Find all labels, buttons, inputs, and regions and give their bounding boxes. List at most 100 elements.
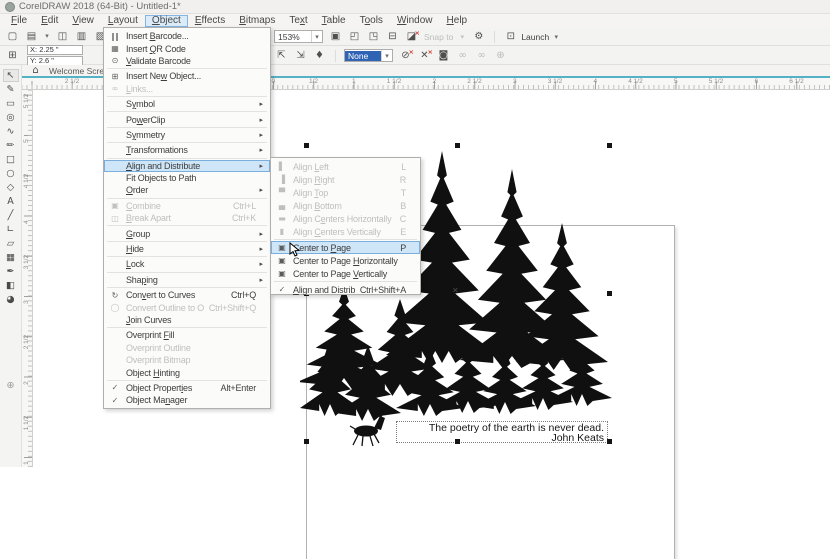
menu-view[interactable]: View [65, 15, 101, 27]
freehand-tool[interactable]: ∿ [3, 125, 19, 138]
unlink-icon[interactable]: ∞ [474, 49, 489, 63]
title-bar: CorelDRAW 2018 (64-Bit) - Untitled-1* [0, 0, 830, 14]
menu-item-symmetry[interactable]: Symmetry▸ [104, 129, 270, 141]
zoom-to-page-icon[interactable]: ▣ [328, 30, 343, 44]
menu-help[interactable]: Help [440, 15, 475, 27]
outline-dropdown-icon[interactable]: ▾ [381, 50, 392, 61]
convert-outline-icon: ◯ [104, 303, 126, 312]
show-rulers-icon[interactable]: ◰ [347, 30, 362, 44]
menu-item-object-properties[interactable]: ✓Object PropertiesAlt+Enter [104, 382, 270, 394]
add-preset-icon[interactable]: ⊕ [493, 49, 508, 63]
menu-text[interactable]: Text [282, 15, 314, 27]
menu-item-join-curves[interactable]: Join Curves [104, 314, 270, 326]
menu-item-lock[interactable]: Lock▸ [104, 258, 270, 270]
show-grid-icon[interactable]: ◳ [366, 30, 381, 44]
save-icon[interactable]: ◫ [55, 29, 70, 43]
to-back-icon[interactable]: ⇲ [293, 49, 308, 63]
customize-toolbox-button[interactable]: ⊕ [3, 379, 19, 392]
menu-layout[interactable]: Layout [101, 15, 145, 27]
menu-item-overprint-fill[interactable]: Overprint Fill [104, 329, 270, 341]
options-gear-icon[interactable]: ⚙ [471, 30, 486, 44]
zoom-dropdown-icon[interactable]: ▾ [311, 31, 322, 42]
menu-item-insert-qr-code[interactable]: ▦Insert QR Code [104, 42, 270, 54]
selection-handle[interactable] [607, 439, 612, 444]
menu-file[interactable]: File [4, 15, 34, 27]
menu-item-align-and-distribute[interactable]: Align and Distribute▸ [104, 160, 270, 172]
menu-object[interactable]: Object [145, 15, 188, 27]
interactive-fill-tool[interactable]: ◕ [3, 293, 19, 306]
dimension-tool[interactable]: ╱ [3, 209, 19, 222]
menu-item-validate-barcode[interactable]: ⊙Validate Barcode [104, 55, 270, 67]
selection-handle[interactable] [455, 143, 460, 148]
selection-handle[interactable] [607, 291, 612, 296]
selection-handle[interactable] [304, 439, 309, 444]
menu-window[interactable]: Window [390, 15, 440, 27]
object-x-field[interactable]: X: 2.25 " [27, 45, 83, 55]
menu-item-label: Center to Page [293, 243, 395, 253]
menu-item-object-hinting[interactable]: Object Hinting [104, 366, 270, 378]
outline-width-select[interactable]: None ▾ [344, 49, 393, 62]
menu-item-insert-barcode[interactable]: ‖‖Insert Barcode... [104, 30, 270, 42]
menu-item-center-to-page-vertically[interactable]: ▣Center to Page Vertically [271, 267, 420, 280]
open-icon-caret[interactable]: ▾ [43, 32, 51, 40]
print-icon[interactable]: ▥ [74, 29, 89, 43]
menu-tools[interactable]: Tools [353, 15, 390, 27]
menu-item-transformations[interactable]: Transformations▸ [104, 144, 270, 156]
ruler-label: 3 [23, 293, 31, 311]
selection-handle[interactable] [607, 143, 612, 148]
menu-item-insert-new-object[interactable]: ⊞Insert New Object... [104, 70, 270, 82]
menu-separator [107, 256, 267, 257]
show-guidelines-icon[interactable]: ⊟ [385, 30, 400, 44]
quote-text-object[interactable]: The poetry of the earth is never dead. J… [396, 421, 608, 443]
preview-mode-icon[interactable]: ◪× [404, 30, 419, 44]
vertical-ruler[interactable]: 5 1/254 1/243 1/232 1/221 1/21 [22, 90, 33, 467]
menu-separator [107, 287, 267, 288]
menu-item-align-and-distribute[interactable]: ✓Align and DistributeCtrl+Shift+A [271, 283, 420, 296]
menu-item-convert-to-curves[interactable]: ↻Convert to CurvesCtrl+Q [104, 289, 270, 301]
menu-effects[interactable]: Effects [188, 15, 232, 27]
rectangle-tool[interactable]: □ [3, 153, 19, 166]
ellipse-tool[interactable]: ○ [3, 167, 19, 180]
selection-handle[interactable] [304, 143, 309, 148]
new-document-icon[interactable]: ▢ [5, 29, 20, 43]
no-outline-icon[interactable]: ⊘× [398, 49, 413, 63]
menu-item-group[interactable]: Group▸ [104, 227, 270, 239]
edit-fill-icon[interactable]: ◙ [436, 49, 451, 63]
menu-shortcut: T [401, 188, 406, 198]
to-front-icon[interactable]: ⇱ [274, 49, 289, 63]
remove-transform-icon[interactable]: ✕× [417, 49, 432, 63]
eyedropper-tool[interactable]: ✒ [3, 265, 19, 278]
menu-item-fit-objects-to-path[interactable]: Fit Objects to Path [104, 172, 270, 184]
app-logo-icon [5, 2, 15, 12]
smart-fill-tool[interactable]: ◧ [3, 279, 19, 292]
menu-table[interactable]: Table [315, 15, 353, 27]
home-tab-icon[interactable]: ⌂ [28, 64, 43, 78]
connector-tool[interactable]: ∟ [3, 223, 19, 236]
ruler-label: 1 1/2 [23, 414, 31, 432]
menu-item-object-manager[interactable]: ✓Object Manager [104, 394, 270, 406]
pick-tool[interactable]: ↖ [3, 69, 19, 82]
menu-item-shaping[interactable]: Shaping▸ [104, 274, 270, 286]
transparency-tool[interactable]: ▦ [3, 251, 19, 264]
link-icon[interactable]: ∞ [455, 49, 470, 63]
menu-edit[interactable]: Edit [34, 15, 65, 27]
combine-icon: ▣ [104, 201, 126, 210]
menu-item-symbol[interactable]: Symbol▸ [104, 98, 270, 110]
menu-item-hide[interactable]: Hide▸ [104, 243, 270, 255]
shape-tool[interactable]: ✎ [3, 83, 19, 96]
bezier-tool[interactable]: ✏ [3, 139, 19, 152]
menu-bitmaps[interactable]: Bitmaps [232, 15, 282, 27]
text-tool[interactable]: A [3, 195, 19, 208]
zoom-tool[interactable]: ◎ [3, 111, 19, 124]
open-icon[interactable]: ▤ [24, 29, 39, 43]
menu-item-order[interactable]: Order▸ [104, 184, 270, 196]
selection-handle[interactable] [455, 439, 460, 444]
polygon-tool[interactable]: ◇ [3, 181, 19, 194]
menu-item-powerclip[interactable]: PowerClip▸ [104, 113, 270, 125]
zoom-level-select[interactable]: 153% ▾ [274, 30, 323, 43]
outline-width-icon[interactable]: ♦ [312, 49, 327, 63]
launch-button[interactable]: ⊡ Launch ▾ [503, 30, 560, 44]
menu-item-label: Align Centers Horizontally [293, 214, 395, 224]
crop-tool[interactable]: ▭ [3, 97, 19, 110]
drop-shadow-tool[interactable]: ▱ [3, 237, 19, 250]
